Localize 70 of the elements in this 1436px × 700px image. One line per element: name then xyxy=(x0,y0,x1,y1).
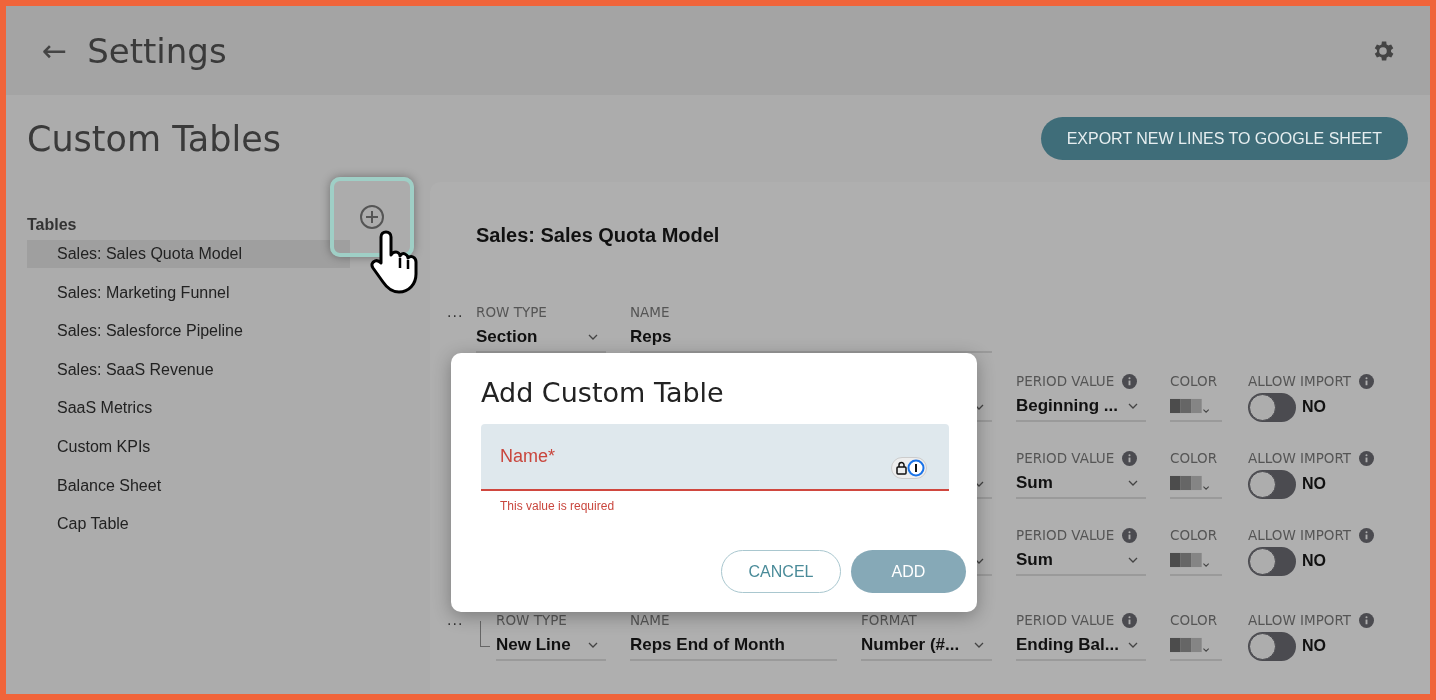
name-input-field[interactable]: Name* xyxy=(481,424,949,491)
period-value-dropdown[interactable]: Sum xyxy=(1016,546,1146,576)
chevron-icon xyxy=(974,642,984,648)
info-icon xyxy=(1122,450,1138,466)
info-icon xyxy=(1122,373,1138,389)
cancel-button[interactable]: CANCEL xyxy=(721,550,841,593)
toggle-switch[interactable] xyxy=(1248,392,1296,422)
field-label: ALLOW IMPORT xyxy=(1248,527,1352,543)
toggle-label: NO xyxy=(1302,398,1326,416)
field-label: ROW TYPE xyxy=(496,611,568,630)
chevron-icon xyxy=(1128,642,1138,648)
info-icon xyxy=(1122,612,1138,628)
period-value-dropdown[interactable]: Ending Bal... xyxy=(1016,631,1146,661)
dialog-title: Add Custom Table xyxy=(481,377,725,408)
sidebar-item[interactable]: Sales: Sales Quota Model xyxy=(27,240,350,268)
field-label: ALLOW IMPORT xyxy=(1248,373,1352,389)
sidebar-item[interactable]: Sales: Marketing Funnel xyxy=(27,278,350,307)
sidebar-item[interactable]: Custom KPIs xyxy=(27,432,350,461)
toggle-label: NO xyxy=(1302,552,1326,570)
field-label: NAME xyxy=(630,303,671,322)
field-label: PERIOD VALUE xyxy=(1016,447,1146,469)
page-title: Custom Tables xyxy=(27,118,281,159)
format-dropdown[interactable]: Number (#... xyxy=(861,631,992,661)
sidebar-item[interactable]: Sales: Salesforce Pipeline xyxy=(27,317,350,346)
sidebar-item[interactable]: SaaS Metrics xyxy=(27,394,350,423)
period-value-dropdown[interactable]: Sum xyxy=(1016,469,1146,499)
toggle-switch[interactable] xyxy=(1248,631,1296,661)
chevron-icon xyxy=(588,642,598,648)
sidebar-heading: Tables xyxy=(27,216,78,234)
table-title: Sales: Sales Quota Model xyxy=(476,224,721,247)
field-label: PERIOD VALUE xyxy=(1016,524,1146,546)
sidebar-item[interactable]: Cap Table xyxy=(27,510,350,539)
info-icon xyxy=(1122,527,1138,543)
export-button[interactable]: EXPORT NEW LINES TO GOOGLE SHEET xyxy=(1040,117,1408,160)
chevron-icon xyxy=(588,334,598,340)
chevron-icon xyxy=(1128,557,1138,563)
page-header-title: Settings xyxy=(87,30,228,71)
field-label: ALLOW IMPORT xyxy=(1248,612,1352,628)
chevron-icon xyxy=(1128,480,1138,486)
sidebar-item[interactable]: Balance Sheet xyxy=(27,471,350,500)
back-button[interactable]: ← xyxy=(38,33,72,68)
field-label: NAME xyxy=(630,611,671,630)
drag-handle[interactable]: ... xyxy=(447,609,476,686)
plus-circle-icon xyxy=(358,203,386,231)
field-label: PERIOD VALUE xyxy=(1016,609,1146,631)
toggle-switch[interactable] xyxy=(1248,546,1296,576)
row-title-input[interactable]: Reps End of Month xyxy=(630,631,837,661)
info-icon xyxy=(1359,373,1375,389)
period-value-dropdown[interactable]: Beginning ... xyxy=(1016,392,1146,422)
field-label: COLOR xyxy=(1170,611,1219,630)
field-label: COLOR xyxy=(1170,372,1219,391)
password-manager-icon[interactable] xyxy=(891,457,927,479)
field-label: COLOR xyxy=(1170,449,1219,468)
field-label: ALLOW IMPORT xyxy=(1248,450,1352,466)
field-label: COLOR xyxy=(1170,526,1219,545)
info-icon xyxy=(1359,527,1375,543)
toggle-switch[interactable] xyxy=(1248,469,1296,499)
row-type-dropdown[interactable]: New Line xyxy=(496,631,606,661)
field-label: ROW TYPE xyxy=(476,303,548,322)
field-label: FORMAT xyxy=(861,611,918,630)
add-button[interactable] xyxy=(358,203,386,231)
tree-connector xyxy=(480,621,490,647)
toggle-label: NO xyxy=(1302,475,1326,493)
info-icon xyxy=(1359,450,1375,466)
field-label: PERIOD VALUE xyxy=(1016,370,1146,392)
sidebar-item[interactable]: Sales: SaaS Revenue xyxy=(27,355,350,384)
info-icon xyxy=(1359,612,1375,628)
error-message: This value is required xyxy=(500,499,616,513)
toggle-label: NO xyxy=(1302,637,1326,655)
chevron-icon xyxy=(1128,403,1138,409)
